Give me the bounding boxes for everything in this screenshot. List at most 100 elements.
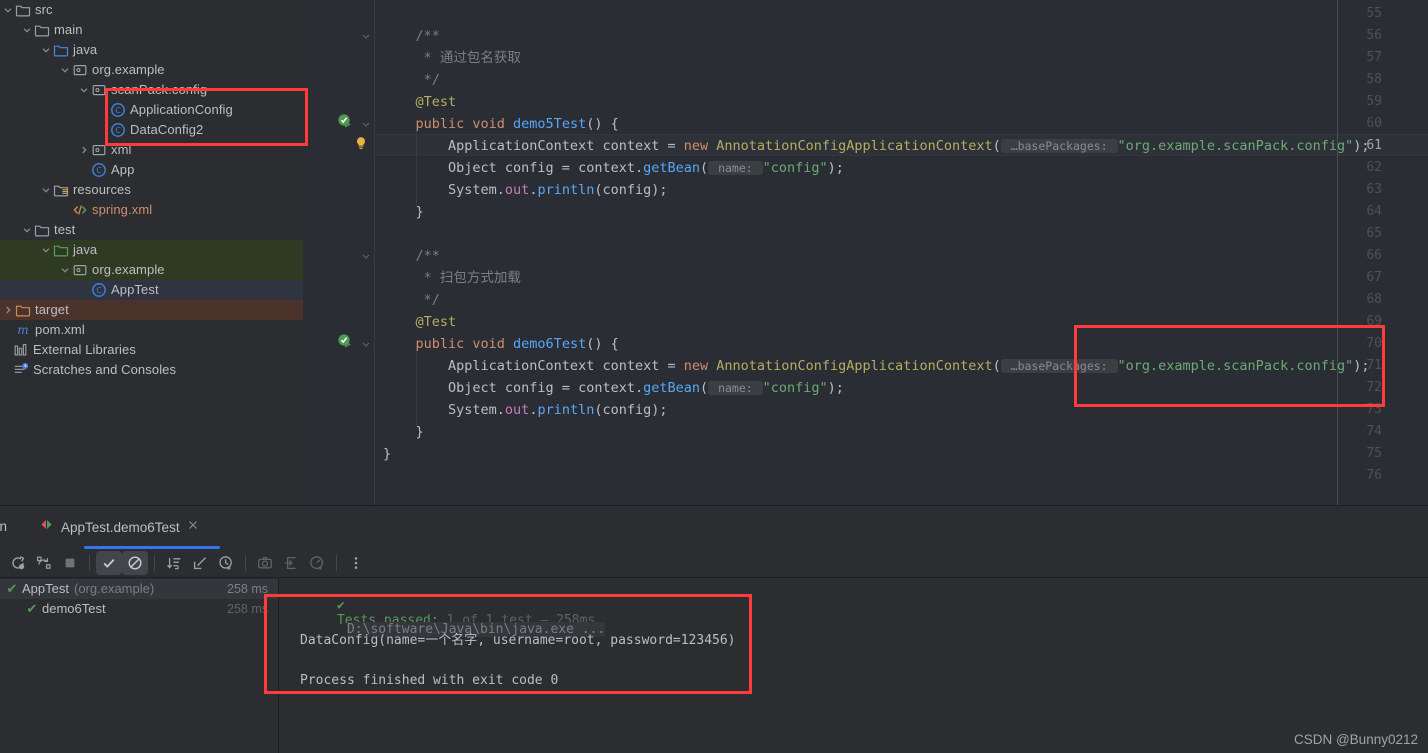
tree-item-scanpack-config[interactable]: scanPack.config [0,80,303,100]
code-line[interactable]: System.out.println(config); [383,399,668,421]
tree-item-apptest[interactable]: C AppTest [0,280,303,300]
code-line[interactable]: } [383,421,424,443]
chevron-down-icon[interactable] [21,20,33,40]
show-passed-icon[interactable] [96,550,122,575]
tree-item-java[interactable]: java [0,40,303,60]
right-margin-guide [1337,0,1338,505]
tree-item-test[interactable]: test [0,220,303,240]
chevron-down-icon[interactable] [21,220,33,240]
chevron-down-icon[interactable] [78,80,90,100]
fold-chevron-down-icon[interactable] [360,25,372,47]
test-duration: 258 ms [227,582,268,596]
tree-item-label: java [73,42,98,57]
code-token: } [383,446,392,462]
line-number: 57 [1366,50,1382,65]
code-token: () { [586,116,619,132]
project-tree-panel[interactable]: src main java org.example scanPack.config C Ap… [0,0,303,505]
close-icon[interactable] [187,518,199,536]
tree-item-label: xml [111,142,132,157]
tree-item-resources[interactable]: resources [0,180,303,200]
tree-item-xml[interactable]: xml [0,140,303,160]
tree-item-java[interactable]: java [0,240,303,260]
show-ignored-icon[interactable] [122,550,148,575]
code-token: AnnotationConfigApplicationContext [716,138,993,154]
tree-item-applicationconfig[interactable]: C ApplicationConfig [0,100,303,120]
code-line[interactable]: @Test [383,311,457,333]
tree-item-app[interactable]: C App [0,160,303,180]
code-token: …basePackages: [1000,139,1118,153]
rerun-failed-icon[interactable] [31,551,57,575]
tree-item-org-example[interactable]: org.example [0,60,303,80]
run-tab-apptest-demo6test[interactable]: AppTest.demo6Test [29,506,209,548]
run-tool-window[interactable]: un AppTest.demo6Test ✔ AppTest (org.exampl… [0,505,1428,753]
history-icon[interactable] [213,551,239,575]
rerun-icon[interactable] [5,551,31,575]
tree-item-main[interactable]: main [0,20,303,40]
code-token: } [383,204,424,220]
code-editor[interactable]: /** * 通过包名获取 */ @Test public void demo5T… [303,0,1428,505]
code-line[interactable]: public void demo6Test() { [383,333,619,355]
code-line[interactable]: Object config = context.getBean( name: "… [383,157,844,179]
chevron-down-icon[interactable] [59,260,71,280]
tree-item-org-example[interactable]: org.example [0,260,303,280]
code-token: ( [700,380,709,396]
line-number: 72 [1366,380,1382,395]
code-line[interactable]: * 扫包方式加载 [383,267,521,289]
chevron-down-icon[interactable] [40,240,52,260]
run-tab-bar[interactable]: un AppTest.demo6Test [0,506,1428,549]
code-token: "config" [762,380,828,396]
code-token: () { [586,336,619,352]
code-token: demo6Test [513,336,587,352]
console-output[interactable]: ✔ Tests passed: 1 of 1 test – 258ms D:\s… [280,579,1428,753]
code-line[interactable]: System.out.println(config); [383,179,668,201]
chevron-right-icon[interactable] [2,300,14,320]
tree-item-src[interactable]: src [0,0,303,20]
fold-chevron-down-icon[interactable] [360,333,372,355]
tree-item-spring-xml[interactable]: spring.xml [0,200,303,220]
folder-icon [14,0,31,20]
code-line[interactable]: */ [383,69,440,91]
code-line[interactable]: } [383,201,424,223]
svg-text:C: C [96,286,102,295]
toolbar-separator [245,554,246,571]
chevron-down-icon[interactable] [40,180,52,200]
sort-icon[interactable] [161,551,187,575]
chevron-down-icon[interactable] [40,40,52,60]
tree-item-external-libraries[interactable]: External Libraries [0,340,303,360]
code-token: (config); [594,182,668,198]
code-line[interactable]: public void demo5Test() { [383,113,619,135]
line-number: 61 [1366,138,1382,153]
fold-chevron-down-icon[interactable] [360,245,372,267]
code-line[interactable]: ApplicationContext context = new Annotat… [383,135,1369,157]
code-line[interactable]: */ [383,289,440,311]
run-toolbar[interactable] [0,548,1428,578]
tree-item-target[interactable]: target [0,300,303,320]
test-name: demo6Test [42,601,106,616]
intention-bulb-icon[interactable] [353,135,369,157]
code-line[interactable]: } [383,443,391,465]
expand-collapse-icon[interactable] [187,551,213,575]
code-line[interactable]: * 通过包名获取 [383,47,521,69]
stop-icon[interactable] [57,551,83,575]
test-result-row[interactable]: ✔ demo6Test 258 ms [0,599,278,619]
tree-item-scratches-and-consoles[interactable]: Scratches and Consoles [0,360,303,380]
run-test-gutter-icon[interactable] [337,333,353,355]
test-results-tree[interactable]: ✔ AppTest (org.example) 258 ms ✔ demo6Test 258… [0,579,279,753]
fold-chevron-down-icon[interactable] [360,113,372,135]
code-line[interactable]: Object config = context.getBean( name: "… [383,377,844,399]
chevron-right-icon[interactable] [78,140,90,160]
chevron-down-icon[interactable] [2,0,14,20]
test-result-row[interactable]: ✔ AppTest (org.example) 258 ms [0,579,278,599]
code-line[interactable]: ApplicationContext context = new Annotat… [383,355,1369,377]
more-options-icon[interactable] [343,551,369,575]
chevron-down-icon[interactable] [59,60,71,80]
tree-item-pom-xml[interactable]: m pom.xml [0,320,303,340]
code-token: demo5Test [513,116,587,132]
tree-item-dataconfig2[interactable]: C DataConfig2 [0,120,303,140]
line-number: 62 [1366,160,1382,175]
code-line[interactable]: /** [383,25,440,47]
code-token: name: [708,161,763,175]
run-test-gutter-icon[interactable] [337,113,353,135]
code-line[interactable]: /** [383,245,440,267]
code-line[interactable]: @Test [383,91,457,113]
